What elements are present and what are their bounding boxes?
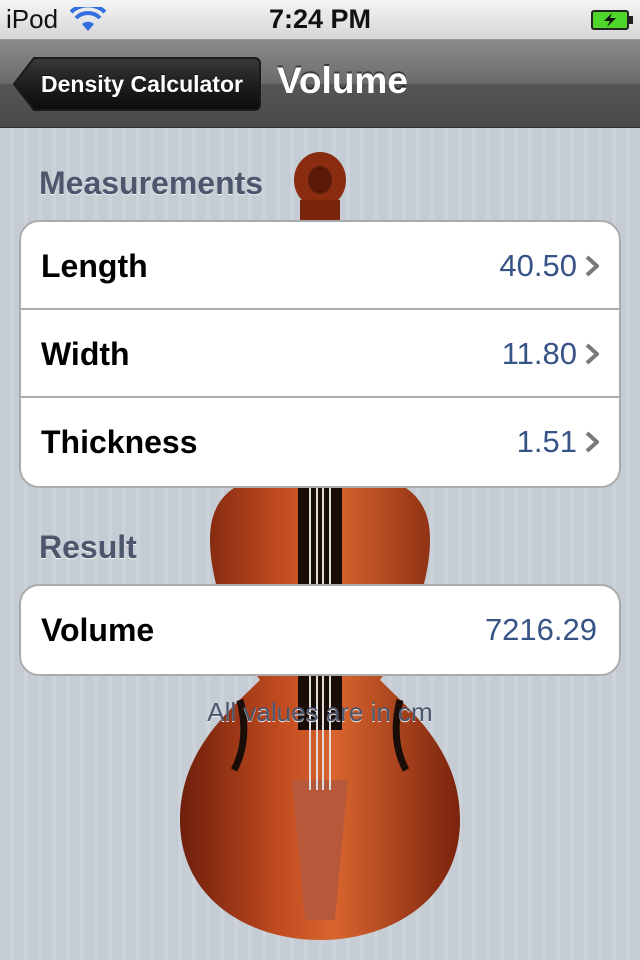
width-row[interactable]: Width 11.80 xyxy=(21,310,619,398)
length-value: 40.50 xyxy=(499,248,577,283)
units-note: All values are in cm xyxy=(207,697,433,727)
volume-label: Volume xyxy=(41,612,155,648)
length-label: Length xyxy=(41,248,148,284)
status-bar: iPod 7:24 PM xyxy=(0,0,640,40)
length-row[interactable]: Length 40.50 xyxy=(21,222,619,310)
chevron-right-icon xyxy=(585,255,600,282)
thickness-row[interactable]: Thickness 1.51 xyxy=(21,398,619,486)
battery-charging-icon xyxy=(590,9,634,36)
volume-row: Volume 7216.29 xyxy=(21,586,619,674)
result-section-header: Result xyxy=(39,529,137,565)
chevron-right-icon xyxy=(585,343,600,370)
navigation-bar: Density Calculator Volume xyxy=(0,40,640,128)
width-value: 11.80 xyxy=(501,336,577,371)
chevron-right-icon xyxy=(585,431,600,458)
measurements-section-header: Measurements xyxy=(39,165,264,201)
back-button[interactable]: Density Calculator xyxy=(12,56,262,112)
volume-value: 7216.29 xyxy=(484,612,597,647)
width-label: Width xyxy=(41,336,130,372)
status-time: 7:24 PM xyxy=(268,4,372,34)
measurements-group: Length 40.50 Width 11.80 Thickness 1.51 xyxy=(19,220,621,488)
page-title: Volume xyxy=(277,60,408,101)
back-button-label: Density Calculator xyxy=(41,71,243,97)
thickness-label: Thickness xyxy=(41,424,198,460)
result-group: Volume 7216.29 xyxy=(19,584,621,676)
thickness-value: 1.51 xyxy=(516,424,577,459)
